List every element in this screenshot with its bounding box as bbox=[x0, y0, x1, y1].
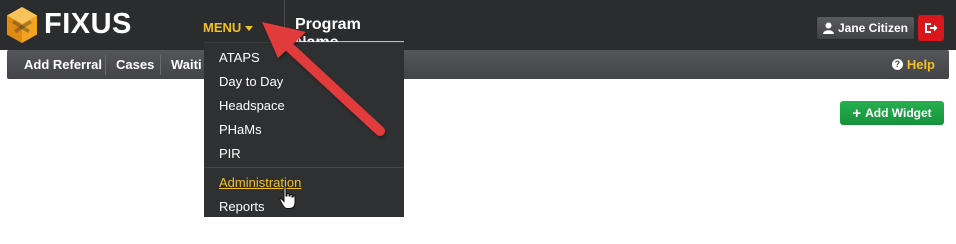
hand-pointer-icon bbox=[279, 186, 296, 209]
caret-down-icon bbox=[245, 26, 254, 32]
menu-item-headspace[interactable]: Headspace bbox=[219, 98, 285, 113]
logout-icon bbox=[925, 23, 938, 33]
brand-name[interactable]: FIXUS bbox=[44, 8, 132, 41]
menu-item-ataps[interactable]: ATAPS bbox=[219, 50, 260, 65]
nav-separator bbox=[105, 55, 106, 75]
help-label: Help bbox=[906, 57, 935, 72]
top-bar: FIXUS MENU Program Name Jane Citizen bbox=[0, 0, 956, 51]
menu-label: MENU bbox=[203, 20, 242, 35]
menu-item-day-to-day[interactable]: Day to Day bbox=[219, 74, 283, 89]
nav-add-referral[interactable]: Add Referral bbox=[16, 50, 110, 79]
menu-item-phams[interactable]: PHaMs bbox=[219, 122, 262, 137]
help-link[interactable]: ? Help bbox=[891, 50, 935, 79]
fixus-cube-logo-icon[interactable] bbox=[4, 6, 40, 44]
add-widget-label: Add Widget bbox=[865, 106, 932, 120]
nav-separator bbox=[160, 55, 161, 75]
plus-icon: + bbox=[852, 104, 862, 122]
user-icon bbox=[822, 22, 834, 34]
menu-divider bbox=[204, 167, 404, 168]
menu-dropdown: ATAPS Day to Day Headspace PHaMs PIR Adm… bbox=[204, 42, 404, 217]
nav-cases[interactable]: Cases bbox=[108, 50, 162, 79]
program-name[interactable]: Program Name bbox=[286, 16, 404, 51]
user-name: Jane Citizen bbox=[837, 21, 909, 35]
menu-item-reports[interactable]: Reports bbox=[219, 199, 265, 214]
logout-button[interactable] bbox=[918, 15, 944, 41]
user-menu-button[interactable]: Jane Citizen bbox=[816, 16, 915, 40]
question-circle-icon: ? bbox=[891, 59, 903, 70]
menu-button[interactable]: MENU bbox=[203, 20, 254, 35]
nav-waiting[interactable]: Waiti bbox=[163, 50, 210, 79]
menu-item-pir[interactable]: PIR bbox=[219, 146, 241, 161]
divider bbox=[284, 0, 285, 44]
add-widget-button[interactable]: + Add Widget bbox=[840, 101, 944, 125]
sub-navigation: Add Referral Cases Waiti ? Help bbox=[7, 50, 949, 79]
